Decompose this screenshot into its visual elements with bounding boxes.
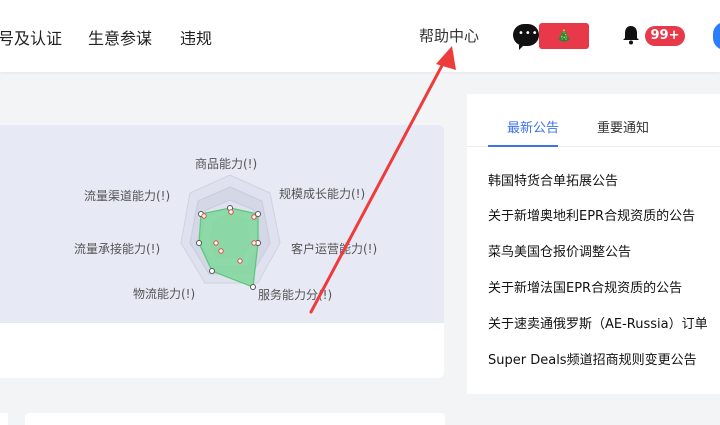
- nav-item-violations[interactable]: 违规: [180, 25, 212, 49]
- radar-label-growth[interactable]: 规模成长能力(!): [279, 186, 365, 201]
- radar-label-traffic-conversion[interactable]: 流量承接能力(!): [74, 241, 160, 256]
- nav-item-account-verification[interactable]: 号及认证: [0, 25, 62, 49]
- radar-label-logistics[interactable]: 物流能力(!): [133, 287, 195, 301]
- store-ability-panel: 商品能力(!) 规模成长能力(!) 客户运营能力(!) 服务能力分(!) 物流能…: [0, 125, 444, 378]
- announcement-item[interactable]: 韩国特货合单拓展公告: [488, 170, 618, 189]
- tab-important-notices[interactable]: 重要通知: [597, 117, 649, 136]
- notification-count-badge: 99+: [645, 26, 685, 46]
- radar-label-service[interactable]: 服务能力分(!): [258, 287, 332, 302]
- radar-label-customer[interactable]: 客户运营能力(!): [291, 241, 377, 256]
- announcement-item[interactable]: 关于新增奥地利EPR合规资质的公告: [488, 205, 695, 224]
- promo-badge[interactable]: 🎄: [539, 23, 589, 49]
- active-tab-indicator: [488, 145, 558, 147]
- help-center-link[interactable]: 帮助中心: [419, 25, 479, 46]
- top-navigation-bar: 号及认证 生意参谋 违规 帮助中心 ••• 🎄 99+: [0, 0, 720, 72]
- announcement-item[interactable]: Super Deals频道招商规则变更公告: [488, 349, 697, 368]
- announcement-panel: 最新公告 重要通知 韩国特货合单拓展公告 关于新增奥地利EPR合规资质的公告 菜…: [467, 94, 720, 394]
- ability-radar-chart: 商品能力(!) 规模成长能力(!) 客户运营能力(!) 服务能力分(!) 物流能…: [74, 156, 377, 302]
- announcement-item[interactable]: 关于新增法国EPR合规资质的公告: [488, 277, 682, 296]
- card-stub: [25, 413, 445, 425]
- bell-icon[interactable]: [622, 25, 640, 45]
- avatar[interactable]: [713, 22, 720, 50]
- radar-label-product[interactable]: 商品能力(!): [195, 156, 257, 171]
- radar-label-traffic-channel[interactable]: 流量渠道能力(!): [84, 189, 170, 203]
- card-stub: [0, 413, 8, 425]
- tab-latest-announcements[interactable]: 最新公告: [507, 117, 559, 136]
- chat-icon[interactable]: •••: [513, 24, 539, 50]
- announcement-item[interactable]: 菜鸟美国仓报价调整公告: [488, 241, 631, 260]
- announcement-item[interactable]: 关于速卖通俄罗斯（AE-Russia）订单: [488, 313, 708, 332]
- nav-item-business-advisor[interactable]: 生意参谋: [88, 25, 152, 49]
